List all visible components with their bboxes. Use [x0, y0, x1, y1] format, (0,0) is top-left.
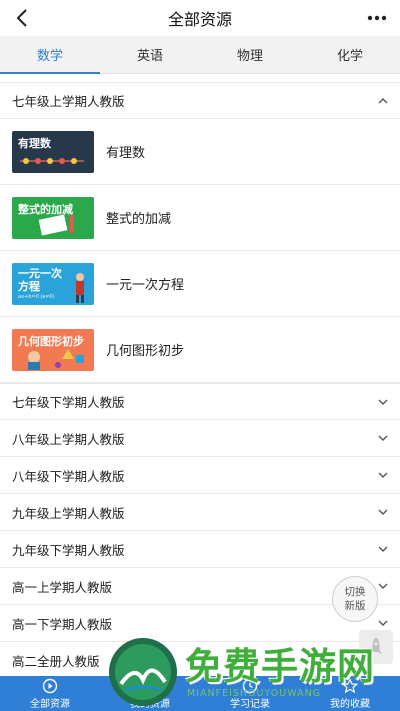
lesson-thumbnail: 几何图形初步 [12, 328, 94, 371]
play-circle-icon [41, 678, 59, 694]
section-title: 高一下学期人教版 [12, 616, 113, 632]
page-title: 全部资源 [167, 10, 232, 29]
subject-tabs: 数学 英语 物理 化学 [0, 36, 400, 74]
switch-label-line2: 新版 [344, 600, 366, 612]
lesson-name: 有理数 [106, 146, 146, 161]
tab-english[interactable]: 英语 [100, 36, 200, 73]
lesson-name: 整式的加减 [106, 212, 172, 227]
tab-physics[interactable]: 物理 [200, 36, 300, 73]
switch-label-line1: 切换 [344, 586, 366, 598]
top-bar: 全部资源 [0, 0, 400, 36]
section-title: 高二全册人教版 [12, 653, 100, 669]
chevron-down-icon [378, 435, 388, 441]
clock-icon [241, 678, 259, 694]
folder-icon [141, 678, 159, 694]
geometry-graphic [28, 348, 84, 370]
chevron-down-icon [378, 472, 388, 478]
nav-my-resources[interactable]: 我的资源 [100, 676, 200, 711]
back-to-top-button[interactable] [359, 630, 393, 664]
lesson-thumbnail: 整式的加减 [12, 196, 94, 239]
nav-study-record[interactable]: 学习记录 [200, 676, 300, 711]
chevron-up-icon [378, 98, 388, 104]
section-title: 九年级上学期人教版 [12, 505, 125, 521]
lesson-thumbnail: 一元一次 方程 ax+b=0 (a≠0) [12, 262, 94, 305]
card-graphic [38, 213, 74, 236]
chevron-down-icon [378, 546, 388, 552]
lesson-item[interactable]: 整式的加减 整式的加减 [0, 185, 400, 251]
switch-version-button[interactable]: 切换 新版 [332, 576, 378, 622]
number-line-graphic [20, 157, 84, 164]
back-icon[interactable] [10, 6, 34, 30]
tab-chemistry[interactable]: 化学 [300, 36, 400, 73]
nav-all-resources[interactable]: 全部资源 [0, 676, 100, 711]
section-header[interactable]: 九年级下学期人教版 [0, 531, 400, 568]
lesson-thumbnail: 有理数 [12, 130, 94, 173]
teacher-graphic [76, 272, 84, 303]
more-icon[interactable] [366, 8, 388, 28]
section-title: 高一上学期人教版 [12, 579, 113, 595]
section-header[interactable]: 七年级下学期人教版 [0, 383, 400, 420]
tab-math[interactable]: 数学 [0, 36, 100, 74]
nav-label: 学习记录 [230, 698, 270, 710]
chevron-down-icon [378, 399, 388, 405]
section-header[interactable]: 八年级上学期人教版 [0, 420, 400, 457]
section-header[interactable]: 八年级下学期人教版 [0, 457, 400, 494]
star-icon [341, 677, 359, 694]
chevron-down-icon [378, 620, 388, 626]
rocket-icon [370, 637, 382, 654]
section-header-expanded[interactable]: 七年级上学期人教版 [0, 82, 400, 119]
nav-label: 全部资源 [30, 698, 70, 710]
lesson-name: 几何图形初步 [106, 344, 185, 359]
chevron-down-icon [378, 509, 388, 515]
lesson-name: 一元一次方程 [106, 278, 185, 293]
section-title: 八年级下学期人教版 [12, 468, 125, 484]
lesson-item[interactable]: 几何图形初步 几何图形初步 [0, 317, 400, 383]
section-title: 七年级上学期人教版 [12, 94, 125, 109]
lesson-item[interactable]: 一元一次 方程 ax+b=0 (a≠0) 一元一次方程 [0, 251, 400, 317]
section-title: 七年级下学期人教版 [12, 395, 125, 410]
section-header[interactable]: 九年级上学期人教版 [0, 494, 400, 531]
section-title: 九年级下学期人教版 [12, 542, 125, 558]
nav-label: 我的资源 [130, 698, 170, 710]
bottom-nav: 全部资源 我的资源 学习记录 我的收藏 [0, 676, 400, 711]
nav-label: 我的收藏 [330, 698, 370, 710]
lesson-item[interactable]: 有理数 有理数 [0, 119, 400, 185]
section-header[interactable]: 高二全册人教版 [0, 642, 400, 679]
chevron-down-icon [378, 583, 388, 589]
section-title: 八年级上学期人教版 [12, 431, 125, 447]
nav-my-favorites[interactable]: 我的收藏 [300, 676, 400, 711]
